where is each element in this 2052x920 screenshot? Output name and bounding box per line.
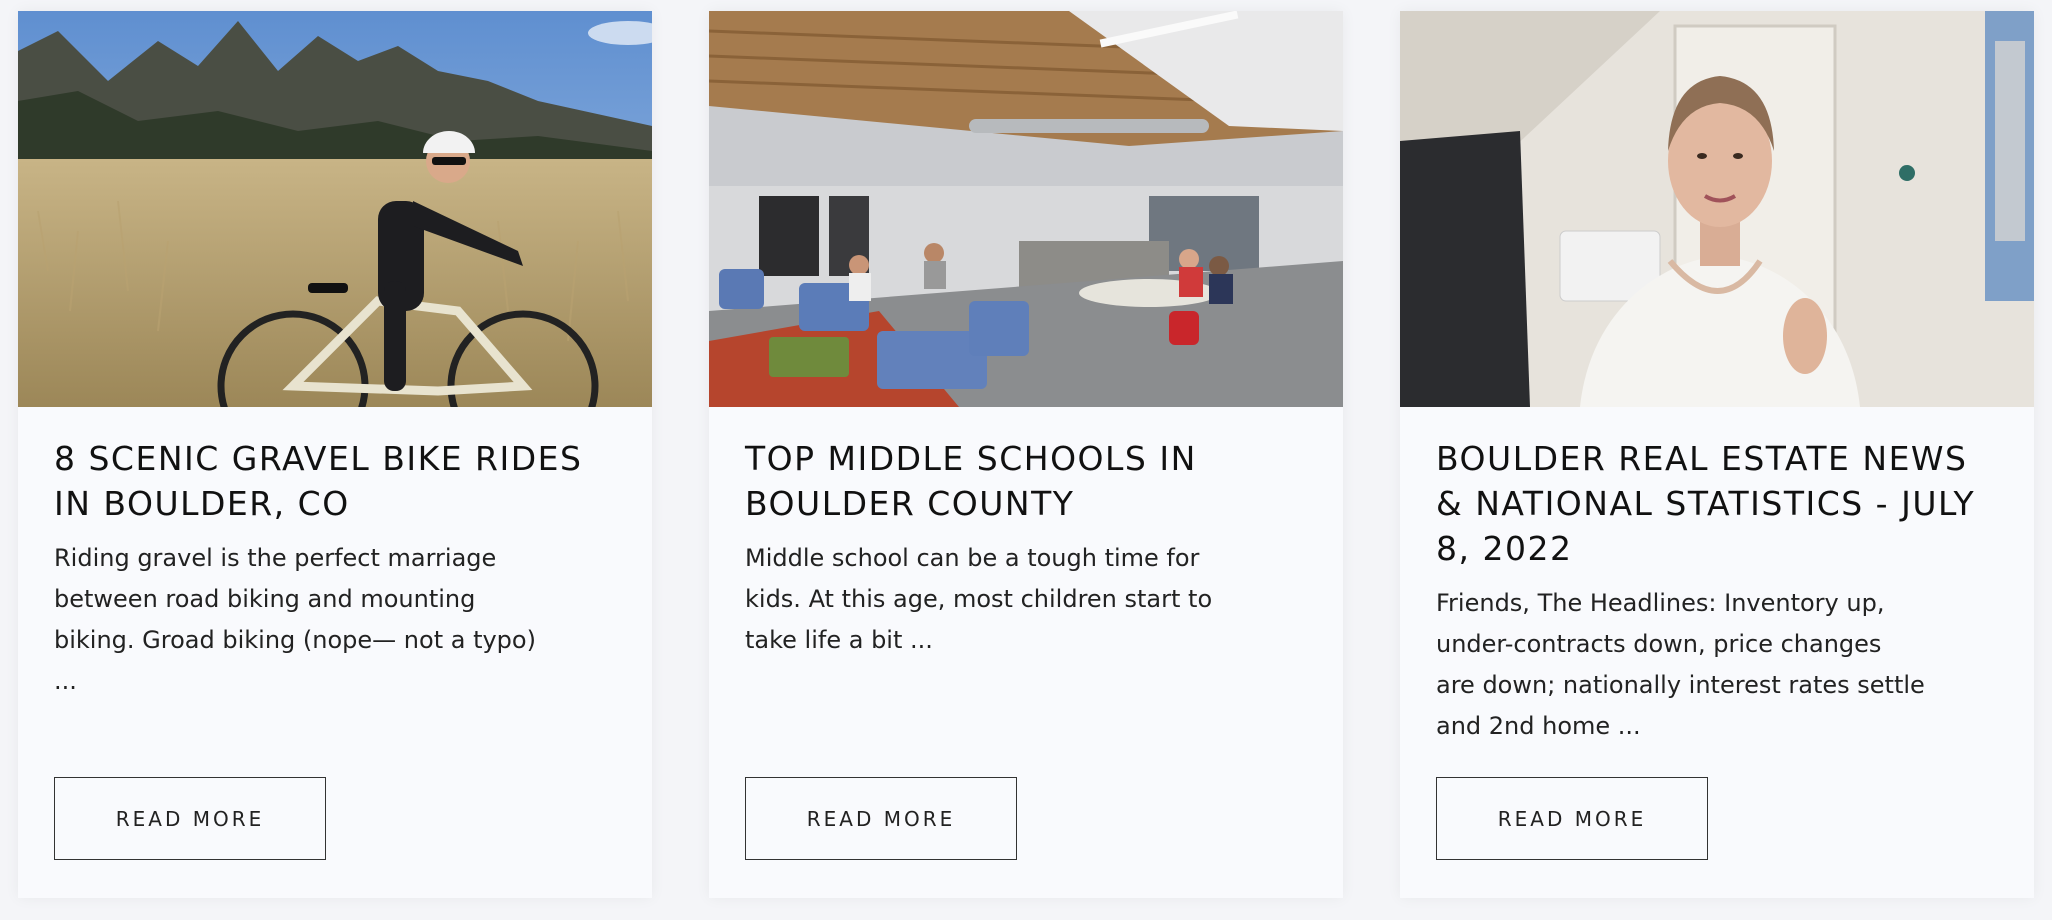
card-title[interactable]: 8 SCENIC GRAVEL BIKE RIDES IN BOULDER, C… — [54, 436, 629, 526]
blog-card: BOULDER REAL ESTATE NEWS & NATIONAL STAT… — [1400, 11, 2034, 898]
card-title[interactable]: TOP MIDDLE SCHOOLS IN BOULDER COUNTY — [745, 436, 1320, 526]
read-more-button[interactable]: READ MORE — [54, 777, 326, 860]
blog-card: 8 SCENIC GRAVEL BIKE RIDES IN BOULDER, C… — [18, 11, 652, 898]
card-title[interactable]: BOULDER REAL ESTATE NEWS & NATIONAL STAT… — [1436, 436, 2011, 571]
card-image-cyclist[interactable] — [18, 11, 652, 407]
card-excerpt: Friends, The Headlines: Inventory up, un… — [1436, 589, 1925, 740]
card-excerpt: Middle school can be a tough time for ki… — [745, 544, 1213, 654]
read-more-button[interactable]: READ MORE — [745, 777, 1017, 860]
card-image-school[interactable] — [709, 11, 1343, 407]
read-more-button[interactable]: READ MORE — [1436, 777, 1708, 860]
card-excerpt: Riding gravel is the perfect marriage be… — [54, 544, 536, 695]
blog-card: TOP MIDDLE SCHOOLS IN BOULDER COUNTY Mid… — [709, 11, 1343, 898]
card-image-presenter[interactable] — [1400, 11, 2034, 407]
